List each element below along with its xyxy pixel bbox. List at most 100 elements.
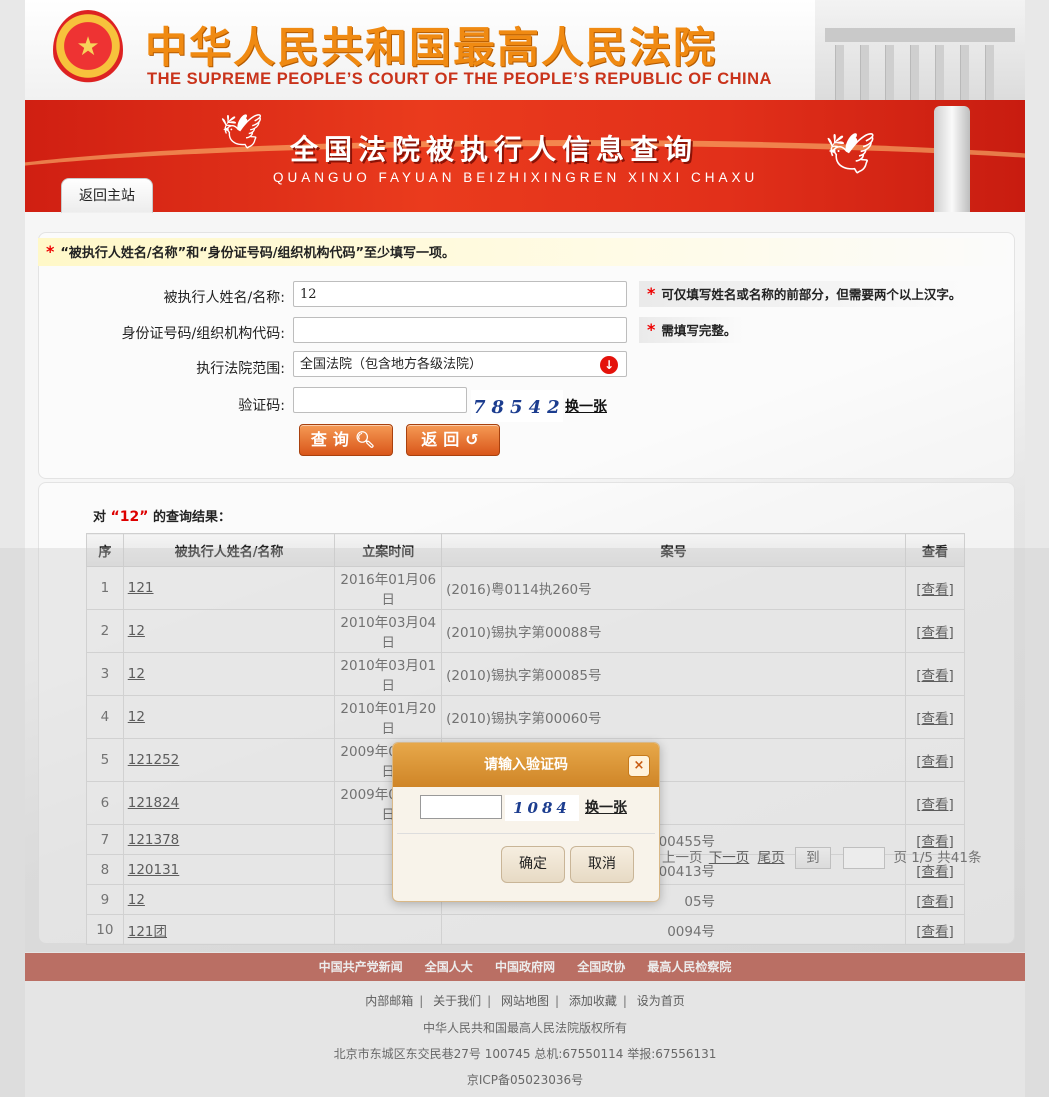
court-building-image [815, 0, 1025, 100]
filing-date [334, 914, 443, 945]
captcha-label: 验证码: [238, 398, 285, 414]
national-emblem-icon: ★ [53, 10, 123, 90]
home-tab[interactable]: 返回主站 [61, 178, 153, 213]
col-header-case: 案号 [441, 533, 907, 567]
name-hint: * 可仅填写姓名或名称的前部分，但需要两个以上汉字。 [639, 281, 972, 307]
site-title-en: THE SUPREME PEOPLE’S COURT OF THE PEOPLE… [147, 70, 772, 88]
footer-address: 北京市东城区东交民巷27号 100745 总机:67550114 举报:6755… [333, 1047, 717, 1061]
name-input[interactable]: 12 [293, 281, 627, 307]
close-icon[interactable]: × [628, 755, 650, 777]
row-index: 2 [86, 609, 124, 653]
row-index: 4 [86, 695, 124, 739]
view-link[interactable]: [查看] [916, 668, 954, 684]
footer-link-npc[interactable]: 全国人大 [425, 960, 473, 974]
row-index: 1 [86, 566, 124, 610]
filing-date: 2010年03月01日 [334, 652, 443, 696]
back-button[interactable]: 返回↺ [406, 424, 500, 456]
site-header: ★ 中华人民共和国最高人民法院 THE SUPREME PEOPLE’S COU… [25, 0, 1025, 101]
row-index: 5 [86, 738, 124, 782]
view-link[interactable]: [查看] [916, 625, 954, 641]
search-icon: 🔍︎ [354, 430, 382, 449]
last-page-link[interactable]: 尾页 [758, 850, 785, 866]
dialog-captcha-image: 1084 [505, 795, 579, 821]
col-header-name: 被执行人姓名/名称 [122, 533, 336, 567]
debtor-name-link[interactable]: 12 [128, 666, 145, 682]
footer-links: 内部邮箱 | 关于我们 | 网站地图 | 添加收藏 | 设为首页 [365, 994, 685, 1008]
filing-date: 2016年01月06日 [334, 566, 443, 610]
footer-copyright: 中华人民共和国最高人民法院版权所有 [422, 1021, 627, 1035]
view-link[interactable]: [查看] [916, 582, 954, 598]
case-number: (2016)粤0114执260号 [441, 566, 907, 610]
footer-link-sitemap[interactable]: 网站地图 [501, 994, 549, 1008]
site-title-cn: 中华人民共和国最高人民法院 [145, 23, 718, 72]
case-number: (2010)锡执字第00088号 [441, 609, 907, 653]
view-link[interactable]: [查看] [916, 924, 954, 940]
page-info: 页 1/5 共41条 [893, 850, 982, 866]
search-button[interactable]: 查询🔍︎ [299, 424, 393, 456]
footer-link-favorite[interactable]: 添加收藏 [569, 994, 617, 1008]
footer-icp: 京ICP备05023036号 [466, 1073, 584, 1087]
dialog-change-captcha-link[interactable]: 换一张 [585, 797, 627, 817]
case-number: (2010)锡执字第00085号 [441, 652, 907, 696]
row-index: 7 [86, 824, 124, 855]
arrow-down-icon[interactable]: ↓ [600, 356, 618, 374]
huabiao-pillar-image [934, 106, 970, 212]
page: ★ 中华人民共和国最高人民法院 THE SUPREME PEOPLE’S COU… [25, 0, 1025, 1097]
captcha-dialog: 请输入验证码 × 1084 换一张 确定 取消 [392, 742, 660, 902]
dove-icon: 🕊 [220, 112, 264, 152]
debtor-name-link[interactable]: 12 [128, 709, 145, 725]
page-number-input[interactable] [843, 847, 886, 869]
view-link[interactable]: [查看] [916, 894, 954, 910]
footer-link-about[interactable]: 关于我们 [433, 994, 481, 1008]
footer-link-gov[interactable]: 中国政府网 [495, 960, 555, 974]
debtor-name-link[interactable]: 12 [128, 892, 145, 908]
captcha-input[interactable] [293, 387, 467, 413]
pagination: 上一页 下一页 尾页 到 页 1/5 共41条 [662, 846, 981, 869]
filing-date: 2010年03月04日 [334, 609, 443, 653]
form-notice: * “被执行人姓名/名称”和“身份证号码/组织机构代码”至少填写一项。 [38, 238, 1013, 266]
prev-page-text: 上一页 [662, 850, 703, 866]
col-header-view: 查看 [905, 533, 965, 567]
notice-text: “被执行人姓名/名称”和“身份证号码/组织机构代码”至少填写一项。 [60, 246, 456, 261]
change-captcha-link[interactable]: 换一张 [565, 396, 607, 416]
footer-link-procuratorate[interactable]: 最高人民检察院 [647, 960, 731, 974]
table-row: 2 12 2010年03月04日 (2010)锡执字第00088号 [查看] [86, 609, 965, 653]
row-index: 3 [86, 652, 124, 696]
debtor-name-link[interactable]: 12 [128, 623, 145, 639]
debtor-name-link[interactable]: 121团 [128, 924, 167, 940]
footer-link-homepage[interactable]: 设为首页 [637, 994, 685, 1008]
required-mark: * [46, 242, 55, 261]
cancel-button[interactable]: 取消 [570, 846, 634, 883]
footer-link-cpc-news[interactable]: 中国共产党新闻 [319, 960, 403, 974]
row-index: 9 [86, 884, 124, 915]
view-link[interactable]: [查看] [916, 754, 954, 770]
debtor-name-link[interactable]: 121378 [128, 832, 180, 848]
banner-title-en: QUANGUO FAYUAN BEIZHIXINGREN XINXI CHAXU [273, 170, 759, 185]
dialog-title: 请输入验证码 [393, 743, 659, 787]
next-page-link[interactable]: 下一页 [709, 850, 750, 866]
captcha-image: 78542 [471, 390, 563, 422]
debtor-name-link[interactable]: 120131 [128, 862, 180, 878]
banner-title-cn: 全国法院被执行人信息查询 [290, 133, 699, 166]
dove-icon: 🕊 [825, 131, 876, 177]
table-row: 1 121 2016年01月06日 (2016)粤0114执260号 [查看] [86, 566, 965, 610]
footer-link-mail[interactable]: 内部邮箱 [365, 994, 413, 1008]
debtor-name-link[interactable]: 121824 [128, 795, 180, 811]
court-select-value: 全国法院（包含地方各级法院） [300, 357, 483, 372]
row-index: 8 [86, 854, 124, 885]
view-link[interactable]: [查看] [916, 711, 954, 727]
id-hint: * 需填写完整。 [639, 317, 747, 343]
debtor-name-link[interactable]: 121 [128, 580, 154, 596]
table-row: 3 12 2010年03月01日 (2010)锡执字第00085号 [查看] [86, 652, 965, 696]
id-input[interactable] [293, 317, 627, 343]
goto-page-button[interactable]: 到 [794, 847, 831, 869]
footer-nav: 中国共产党新闻 全国人大 中国政府网 全国政协 最高人民检察院 [25, 953, 1025, 981]
view-link[interactable]: [查看] [916, 797, 954, 813]
footer-link-cppcc[interactable]: 全国政协 [577, 960, 625, 974]
results-title: 对 “12” 的查询结果： [93, 509, 231, 525]
debtor-name-link[interactable]: 121252 [128, 752, 180, 768]
dialog-captcha-input[interactable] [420, 795, 502, 819]
court-select[interactable]: 全国法院（包含地方各级法院） ↓ [293, 351, 627, 377]
confirm-button[interactable]: 确定 [501, 846, 565, 883]
return-arrow-icon: ↺ [465, 430, 485, 449]
